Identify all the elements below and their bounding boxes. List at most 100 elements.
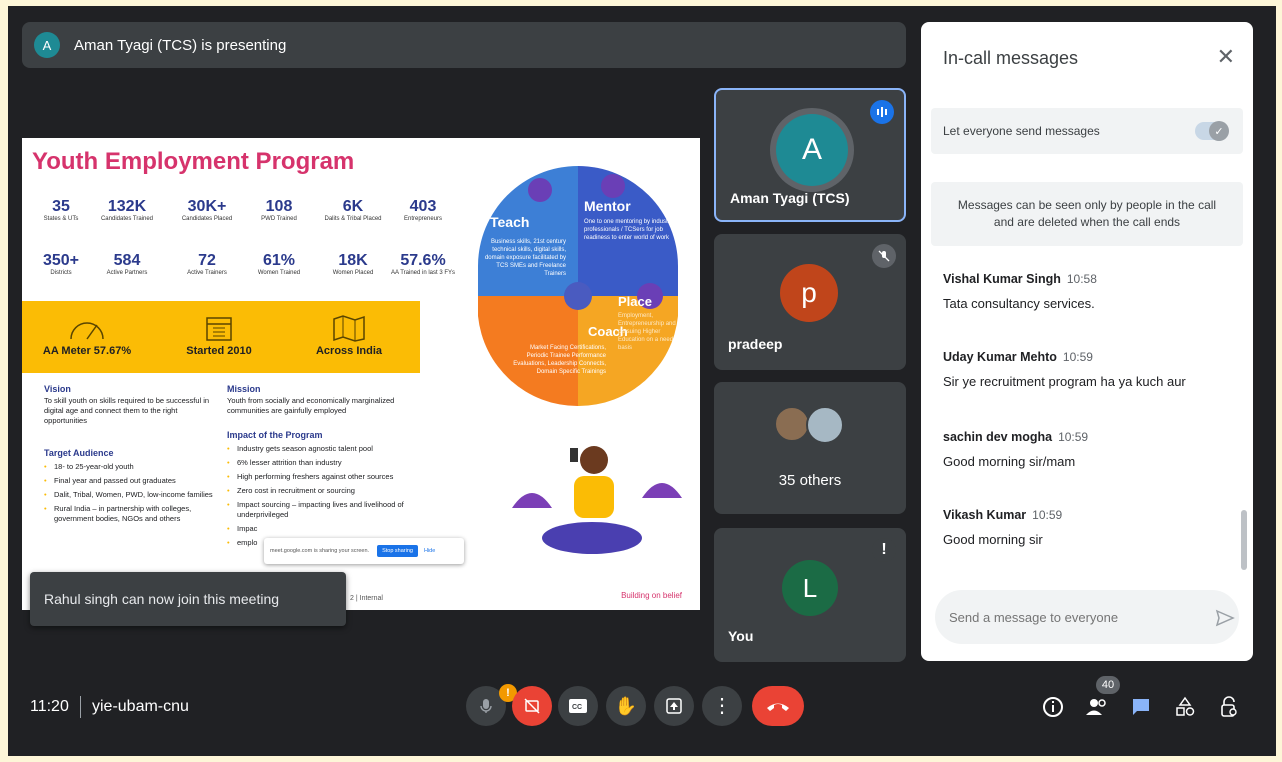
stat-label: Candidates Placed [181,216,233,222]
stop-sharing-button[interactable]: Stop sharing [377,545,418,557]
panel-title: In-call messages [943,48,1079,68]
speaking-icon [870,100,894,124]
stat-value: 6K [342,198,364,215]
slide-tagline: Building on belief [621,591,682,600]
meeting-details-button[interactable] [1040,694,1066,720]
people-count-badge: 40 [1096,676,1120,694]
stat-label: Women Trained [257,270,301,276]
raise-hand-button[interactable]: ✋ [606,686,646,726]
camera-button[interactable] [512,686,552,726]
stat-label: PWD Trained [261,216,297,222]
leave-call-button[interactable] [752,686,804,726]
chat-message: sachin dev mogha 10:59 Good morning sir/ma… [943,430,1233,469]
presenting-text: Aman Tyagi (TCS) is presenting [74,36,287,54]
others-count: 35 others [778,472,842,489]
participant-name: Aman Tyagi (TCS) [730,190,850,206]
chat-button[interactable] [1128,694,1154,720]
mic-icon [480,699,492,713]
shared-screen-slide: Youth Employment Program 35 States & UTs 1… [22,138,700,610]
chat-icon [1133,699,1149,715]
stat-label: States & UTs [43,216,79,222]
lock-person-icon [1221,696,1237,717]
message-text: Tata consultancy services. [943,296,1095,311]
stat-item: 403 Entrepreneurs [388,198,458,222]
list-item: Industry gets season agnostic talent poo… [227,444,417,454]
stat-value: 403 [409,198,437,215]
impact-list: Industry gets season agnostic talent poo… [227,444,417,552]
chat-message: Vishal Kumar Singh 10:58 Tata consultancy … [943,272,1233,311]
message-sender: Vikash Kumar 10:59 [943,508,1063,522]
message-time: 10:59 [1058,430,1089,444]
allow-messages-toggle[interactable]: ✓ [1195,121,1229,141]
tile-others[interactable]: 35 others [714,382,906,514]
stat-label: Districts [50,270,72,276]
stat-item: 18K Women Placed [318,252,388,276]
band-started: Started 2010 [154,301,284,357]
alert-icon[interactable]: ! [872,538,896,562]
stat-label: Active Trainers [187,270,227,276]
host-controls-button[interactable] [1216,694,1242,720]
tile-aman[interactable]: A Aman Tyagi (TCS) [714,88,906,222]
svg-text:CC: CC [572,704,582,711]
stat-label: Candidates Trained [100,216,154,222]
highlights-band: AA Meter 57.67% Started 2010 Across Indi… [22,301,420,373]
puzzle-teach-text: Business skills, 21st century technical … [484,239,566,277]
stat-value: 61% [262,252,296,269]
stat-value: 57.6% [400,252,446,269]
stat-value: 132K [107,198,147,215]
stat-item: 61% Women Trained [244,252,314,276]
screen-share-pill: meet.google.com is sharing your screen. … [264,538,464,564]
activities-icon [1176,696,1195,716]
stat-value: 72 [198,252,216,269]
send-icon[interactable] [1215,608,1235,628]
people-button[interactable] [1084,694,1110,720]
more-options-button[interactable]: ⋮ [702,686,742,726]
puzzle-place-text: Employment, Entrepreneurship and pursuin… [618,313,676,351]
present-button[interactable] [654,686,694,726]
vision-heading: Vision [44,384,71,394]
stat-value: 350+ [42,252,80,269]
list-item: Rural India – in partnership with colleg… [44,504,219,524]
stat-item: 72 Active Trainers [172,252,242,276]
message-input[interactable] [935,590,1239,644]
chat-message: Uday Kumar Mehto 10:59 Sir ye recruitment … [943,350,1233,389]
stat-item: 57.6% AA Trained in last 3 FYs [388,252,458,276]
present-icon [666,698,682,714]
map-icon [284,311,414,345]
tile-you[interactable]: L ! You [714,528,906,662]
person-illustration [512,446,682,554]
list-item: Zero cost in recruitment or sourcing [227,486,417,496]
list-item: Dalit, Tribal, Women, PWD, low-income fa… [44,490,219,500]
puzzle-teach: Teach [490,214,530,230]
calendar-icon [154,311,284,345]
stat-label: Dalits & Tribal Placed [324,216,382,222]
message-time: 10:58 [1066,272,1097,286]
stat-value: 108 [265,198,293,215]
stat-item: 132K Candidates Trained [92,198,162,222]
hide-button[interactable]: Hide [424,548,435,554]
camera-off-icon [524,698,540,714]
captions-button[interactable]: CC [558,686,598,726]
join-notification: Rahul singh can now join this meeting [30,572,346,626]
message-text: Good morning sir [943,532,1043,547]
stat-item: 35 States & UTs [26,198,96,222]
activities-button[interactable] [1172,694,1198,720]
stat-item: 350+ Districts [26,252,96,276]
puzzle-graphic [478,166,678,407]
stat-label: Entrepreneurs [403,216,443,222]
message-text: Good morning sir/mam [943,454,1076,469]
stat-item: 108 PWD Trained [244,198,314,222]
scrollbar[interactable] [1241,510,1247,570]
close-icon[interactable]: ✕ [1217,44,1235,70]
meeting-code: yie-ubam-cnu [92,698,189,715]
stat-value: 584 [113,252,141,269]
impact-heading: Impact of the Program [227,430,323,440]
list-item: Impact sourcing – impacting lives and li… [227,500,417,520]
stat-label: Women Placed [332,270,374,276]
captions-icon: CC [569,699,587,713]
divider [80,696,81,718]
mic-off-icon [872,244,896,268]
avatar: A [776,114,848,186]
tile-pradeep[interactable]: p pradeep [714,234,906,370]
vision-text: To skill youth on skills required to be … [44,396,210,425]
